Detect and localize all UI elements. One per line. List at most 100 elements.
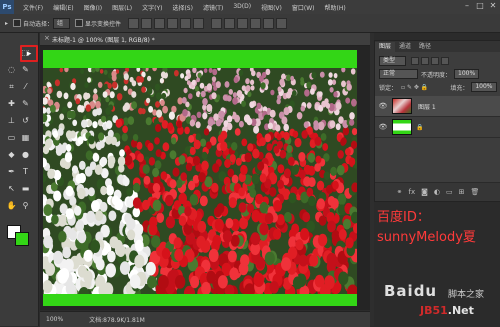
tulip-blossom bbox=[92, 109, 98, 117]
align-bottom-icon[interactable] bbox=[154, 17, 166, 29]
visibility-eye-icon[interactable]: 👁 bbox=[378, 102, 388, 110]
distribute-left-icon[interactable] bbox=[250, 17, 262, 29]
brush-tool-icon[interactable]: ✎ bbox=[20, 98, 31, 109]
tulip-blossom bbox=[234, 128, 241, 136]
shape-tool-icon[interactable]: ▬ bbox=[20, 183, 31, 194]
lock-icons[interactable]: ▫ ✎ ✥ 🔒 bbox=[401, 84, 428, 91]
heal-tool-icon[interactable]: ✚ bbox=[6, 98, 17, 109]
pen-tool-icon[interactable]: ✒ bbox=[6, 166, 17, 177]
tulip-blossom bbox=[66, 110, 73, 119]
tulip-blossom bbox=[333, 73, 338, 79]
distribute-center-icon[interactable] bbox=[263, 17, 275, 29]
distribute-right-icon[interactable] bbox=[276, 17, 288, 29]
menu-item-10[interactable]: 帮助(H) bbox=[320, 3, 351, 12]
hand-tool-icon[interactable]: ✋ bbox=[6, 200, 17, 211]
lasso-tool-icon[interactable]: ◌ bbox=[6, 64, 17, 75]
show-transform-option[interactable]: 显示变换控件 bbox=[75, 19, 121, 28]
trash-icon[interactable]: 🗑 bbox=[471, 188, 480, 196]
align-right-icon[interactable] bbox=[193, 17, 205, 29]
background-color-swatch[interactable] bbox=[15, 232, 29, 246]
align-middle-icon[interactable] bbox=[141, 17, 153, 29]
filter-adjust-icon[interactable] bbox=[421, 57, 430, 65]
menu-item-3[interactable]: 图层(L) bbox=[107, 3, 137, 12]
tulip-blossom bbox=[276, 133, 282, 141]
document-tab[interactable]: × 未标题-1 @ 100% (图层 1, RGB/8) * bbox=[40, 33, 370, 46]
menu-item-6[interactable]: 滤镜(T) bbox=[198, 3, 228, 12]
document-canvas[interactable] bbox=[43, 50, 357, 306]
opacity-input[interactable]: 100% bbox=[454, 69, 480, 79]
gradient-tool-icon[interactable]: ▦ bbox=[20, 132, 31, 143]
tulip-blossom bbox=[260, 82, 266, 90]
eyedropper-tool-icon[interactable]: ⁄ bbox=[20, 81, 31, 92]
marquee-tool-icon[interactable]: ⬚ bbox=[20, 47, 31, 58]
auto-select-option[interactable]: 自动选择： 组 bbox=[13, 17, 71, 29]
tab-paths[interactable]: 路径 bbox=[415, 42, 435, 52]
crop-tool-icon[interactable]: ⌗ bbox=[6, 81, 17, 92]
tulip-blossom bbox=[175, 179, 183, 189]
auto-select-checkbox[interactable] bbox=[13, 19, 22, 27]
menu-item-2[interactable]: 图像(I) bbox=[79, 3, 107, 12]
menu-item-1[interactable]: 编辑(E) bbox=[48, 3, 78, 12]
menu-item-7[interactable]: 3D(D) bbox=[228, 3, 256, 12]
tulip-blossom bbox=[155, 92, 162, 100]
filter-pixel-icon[interactable] bbox=[411, 57, 420, 65]
history-brush-tool-icon[interactable]: ↺ bbox=[20, 115, 31, 126]
blur-tool-icon[interactable]: ◆ bbox=[6, 149, 17, 160]
tulip-blossom bbox=[191, 79, 196, 86]
eraser-tool-icon[interactable]: ▭ bbox=[6, 132, 17, 143]
move-tool-preset[interactable]: ▸ bbox=[5, 20, 8, 27]
mask-icon[interactable]: ◙ bbox=[421, 188, 428, 196]
layer-kind-filter[interactable]: 类型 bbox=[379, 56, 407, 66]
auto-select-dropdown[interactable]: 组 bbox=[53, 17, 71, 29]
blend-mode-dropdown[interactable]: 正常 bbox=[379, 69, 419, 79]
tulip-blossom bbox=[100, 156, 108, 166]
tab-layers[interactable]: 图层 bbox=[375, 42, 396, 52]
menu-item-9[interactable]: 窗口(W) bbox=[287, 3, 320, 12]
stamp-tool-icon[interactable]: ⊥ bbox=[6, 115, 17, 126]
zoom-level[interactable]: 100% bbox=[46, 316, 63, 323]
quick-select-tool-icon[interactable]: ✎ bbox=[20, 64, 31, 75]
align-top-icon[interactable] bbox=[128, 17, 140, 29]
lock-icon: 🔒 bbox=[416, 123, 424, 131]
path-select-tool-icon[interactable]: ↖ bbox=[6, 183, 17, 194]
close-button[interactable]: ✕ bbox=[488, 1, 498, 11]
zoom-tool-icon[interactable]: ⚲ bbox=[20, 200, 31, 211]
new-layer-icon[interactable]: ⊞ bbox=[459, 188, 465, 196]
tulip-blossom bbox=[319, 71, 325, 78]
fx-icon[interactable]: fx bbox=[408, 188, 415, 196]
link-icon[interactable]: ⚭ bbox=[397, 188, 403, 196]
tulip-blossom bbox=[98, 132, 105, 141]
distribute-bottom-icon[interactable] bbox=[237, 17, 249, 29]
layer-thumbnail bbox=[392, 119, 412, 135]
layer-row-2[interactable]: 👁 🔒 bbox=[375, 117, 500, 138]
tulip-blossom bbox=[337, 193, 347, 206]
minimize-button[interactable]: – bbox=[462, 1, 472, 11]
show-transform-checkbox[interactable] bbox=[75, 19, 84, 27]
dodge-tool-icon[interactable]: ● bbox=[20, 149, 31, 160]
tab-channels[interactable]: 通道 bbox=[395, 42, 415, 52]
distribute-top-icon[interactable] bbox=[211, 17, 223, 29]
menu-item-0[interactable]: 文件(F) bbox=[18, 3, 48, 12]
align-left-icon[interactable] bbox=[167, 17, 179, 29]
layer-row-1[interactable]: 👁 图层 1 bbox=[375, 96, 500, 117]
visibility-eye-icon[interactable]: 👁 bbox=[378, 123, 388, 131]
tulip-blossom bbox=[211, 182, 219, 193]
menu-item-5[interactable]: 选择(S) bbox=[167, 3, 198, 12]
menu-item-8[interactable]: 视图(V) bbox=[256, 3, 287, 12]
type-tool-icon[interactable]: T bbox=[20, 166, 31, 177]
close-document-icon[interactable]: × bbox=[44, 34, 50, 42]
menu-item-4[interactable]: 文字(Y) bbox=[137, 3, 167, 12]
tulip-blossom bbox=[174, 275, 186, 289]
filter-type-icon[interactable] bbox=[431, 57, 440, 65]
folder-icon[interactable]: ▭ bbox=[446, 188, 453, 196]
tulip-blossom bbox=[146, 97, 151, 104]
distribute-middle-icon[interactable] bbox=[224, 17, 236, 29]
align-center-icon[interactable] bbox=[180, 17, 192, 29]
tulip-blossom bbox=[266, 143, 273, 152]
tulip-blossom bbox=[133, 182, 141, 193]
tulip-blossom bbox=[152, 183, 161, 193]
adjustment-icon[interactable]: ◐ bbox=[434, 188, 440, 196]
fill-input[interactable]: 100% bbox=[471, 82, 497, 92]
maximize-button[interactable]: □ bbox=[475, 1, 485, 11]
filter-shape-icon[interactable] bbox=[441, 57, 450, 65]
